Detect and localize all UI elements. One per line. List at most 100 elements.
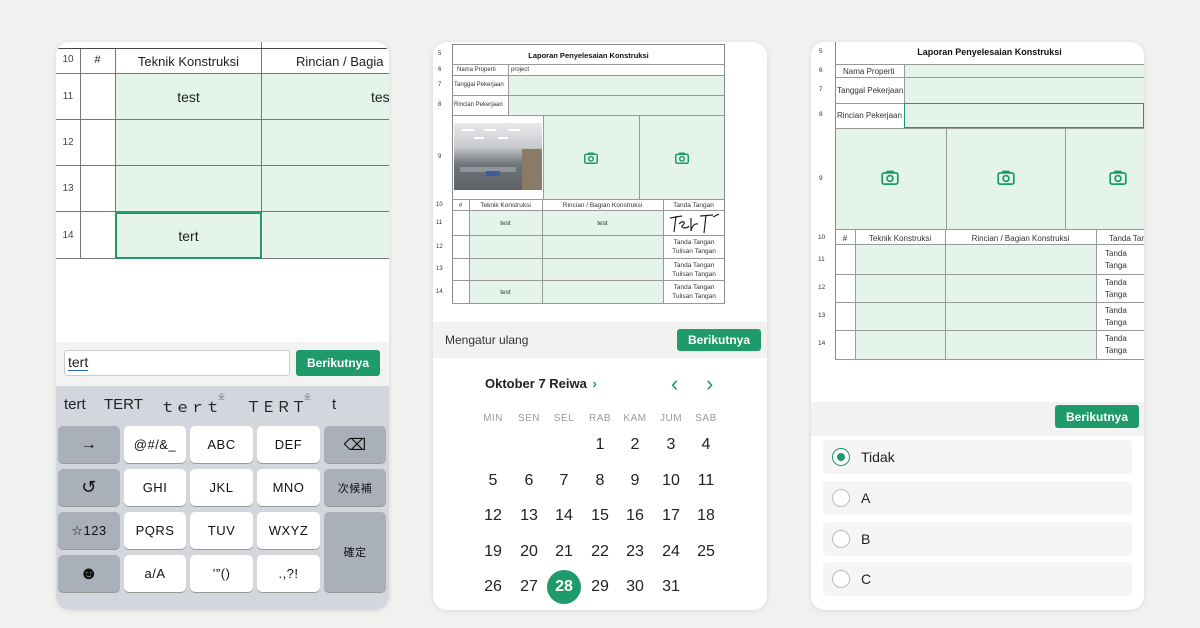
option-c[interactable]: C <box>823 562 1132 596</box>
calendar-day[interactable]: 21 <box>546 537 582 567</box>
candidate-4[interactable]: ＴＥＲＴ <box>246 396 306 417</box>
row-number: 11 <box>62 91 74 102</box>
calendar-day[interactable]: 26 <box>475 572 511 602</box>
candidate-3[interactable]: ｔｅｒｔ <box>160 396 220 417</box>
case-toggle-key[interactable]: a/A <box>124 555 186 592</box>
calendar-day[interactable]: 13 <box>511 501 547 531</box>
calendar-day[interactable]: 5 <box>475 466 511 496</box>
weekday-label: RAB <box>588 413 612 424</box>
ghi-key[interactable]: GHI <box>124 469 186 506</box>
calendar-day[interactable]: 6 <box>511 466 547 496</box>
candidate-5[interactable]: t <box>332 396 336 413</box>
calendar-day[interactable]: 14 <box>546 501 582 531</box>
calendar-day[interactable]: 20 <box>511 537 547 567</box>
pqrs-key[interactable]: PQRS <box>124 512 186 549</box>
signature-placeholder[interactable]: Tanda Tangan Tulisan Tangan <box>664 261 724 279</box>
input-bar: tert Berikutnya <box>56 342 389 386</box>
undo-key[interactable]: ↺ <box>58 469 120 506</box>
arrow-key[interactable]: → <box>58 426 120 463</box>
mno-key[interactable]: MNO <box>257 469 320 506</box>
signature-placeholder[interactable]: Tanda Tanga Tulisan Tan <box>1105 277 1144 303</box>
calendar-day[interactable]: 18 <box>688 501 724 531</box>
calendar-day[interactable]: 31 <box>653 572 689 602</box>
row-number: 8 <box>819 111 823 118</box>
cell-value[interactable]: test <box>469 289 542 296</box>
calendar-day[interactable]: 2 <box>617 430 653 460</box>
action-bar: Mengatur ulang Berikutnya <box>433 322 767 358</box>
calendar-day[interactable]: 25 <box>688 537 724 567</box>
signature-placeholder[interactable]: Tanda Tangan Tulisan Tangan <box>664 283 724 301</box>
calendar-day[interactable]: 11 <box>688 466 724 496</box>
next-button[interactable]: Berikutnya <box>677 329 761 351</box>
next-candidate-key[interactable]: 次候補 <box>324 469 386 506</box>
number-mode-key[interactable]: ☆123 <box>58 512 120 549</box>
wxyz-key[interactable]: WXYZ <box>257 512 320 549</box>
row-number: 7 <box>438 82 442 88</box>
signature-placeholder[interactable]: Tanda Tanga Tulisan Tan <box>1105 333 1144 359</box>
calendar-day[interactable]: 8 <box>582 466 618 496</box>
site-photo[interactable] <box>454 123 542 190</box>
signature-placeholder[interactable]: Tanda Tangan Tulisan Tangan <box>664 238 724 256</box>
row-number: 9 <box>819 175 823 182</box>
symbol-key[interactable]: @#/&_ <box>124 426 186 463</box>
calendar-day[interactable]: 17 <box>653 501 689 531</box>
weekday-label: JUM <box>659 413 683 424</box>
calendar-day-selected[interactable]: 28 <box>547 570 581 604</box>
calendar-day[interactable]: 1 <box>582 430 618 460</box>
jkl-key[interactable]: JKL <box>190 469 253 506</box>
emoji-key[interactable]: ☻ <box>58 555 120 592</box>
calendar-day[interactable]: 30 <box>617 572 653 602</box>
property-name-value[interactable]: project <box>511 67 529 73</box>
candidate-2[interactable]: TERT <box>104 396 143 413</box>
next-month-icon[interactable]: › <box>706 371 713 397</box>
confirm-key[interactable]: 確定 <box>324 512 386 592</box>
punctuation-key[interactable]: .,?! <box>257 555 320 592</box>
row-number: 14 <box>62 230 74 241</box>
calendar-day[interactable]: 23 <box>617 537 653 567</box>
calendar-day[interactable]: 22 <box>582 537 618 567</box>
next-button[interactable]: Berikutnya <box>1055 405 1139 428</box>
option-tidak[interactable]: Tidak <box>823 440 1132 474</box>
cell-value[interactable]: test <box>469 220 542 227</box>
reset-button[interactable]: Mengatur ulang <box>445 333 528 347</box>
calendar-day[interactable]: 3 <box>653 430 689 460</box>
signature-placeholder[interactable]: Tanda Tanga Tulisan Tan <box>1105 305 1144 331</box>
cell-value[interactable]: test <box>116 89 261 105</box>
calendar-day[interactable]: 27 <box>511 572 547 602</box>
calendar-day[interactable]: 9 <box>617 466 653 496</box>
column-header-rincian: Rincian / Bagian Konstruksi <box>562 202 643 209</box>
month-label[interactable]: Oktober 7 Reiwa › <box>485 376 597 391</box>
text-input[interactable]: tert <box>64 350 290 376</box>
previous-month-icon[interactable]: ‹ <box>671 371 678 397</box>
report-sheet: 5 6 7 8 9 10 11 12 13 14 Laporan Penyele… <box>433 42 767 322</box>
next-button[interactable]: Berikutnya <box>296 350 380 376</box>
option-b[interactable]: B <box>823 522 1132 556</box>
calendar-day[interactable]: 19 <box>475 537 511 567</box>
calendar-day[interactable]: 16 <box>617 501 653 531</box>
camera-icon[interactable] <box>1109 170 1127 190</box>
camera-icon[interactable] <box>584 151 598 169</box>
handwritten-signature[interactable] <box>667 212 723 239</box>
candidate-1[interactable]: tert <box>64 396 86 413</box>
calendar-day[interactable]: 12 <box>475 501 511 531</box>
camera-icon[interactable] <box>881 170 899 190</box>
calendar-day[interactable]: 4 <box>688 430 724 460</box>
calendar-day[interactable]: 15 <box>582 501 618 531</box>
option-a[interactable]: A <box>823 481 1132 515</box>
calendar-day[interactable]: 24 <box>653 537 689 567</box>
cell-value[interactable]: test <box>542 220 663 227</box>
calendar-day[interactable]: 10 <box>653 466 689 496</box>
signature-placeholder[interactable]: Tanda Tanga Tulisan Tan <box>1105 248 1144 274</box>
tuv-key[interactable]: TUV <box>190 512 253 549</box>
cell-value[interactable]: tes <box>371 89 389 105</box>
camera-icon[interactable] <box>997 170 1015 190</box>
abc-key[interactable]: ABC <box>190 426 253 463</box>
calendar-day[interactable]: 29 <box>582 572 618 602</box>
backspace-key[interactable]: ⌫ <box>324 426 386 463</box>
cell-value[interactable]: tert <box>116 228 261 244</box>
def-key[interactable]: DEF <box>257 426 320 463</box>
camera-icon[interactable] <box>675 151 689 169</box>
calendar-day[interactable]: 7 <box>546 466 582 496</box>
quote-key[interactable]: ’”() <box>190 555 253 592</box>
column-header-teknik: Teknik Konstruksi <box>137 54 240 69</box>
